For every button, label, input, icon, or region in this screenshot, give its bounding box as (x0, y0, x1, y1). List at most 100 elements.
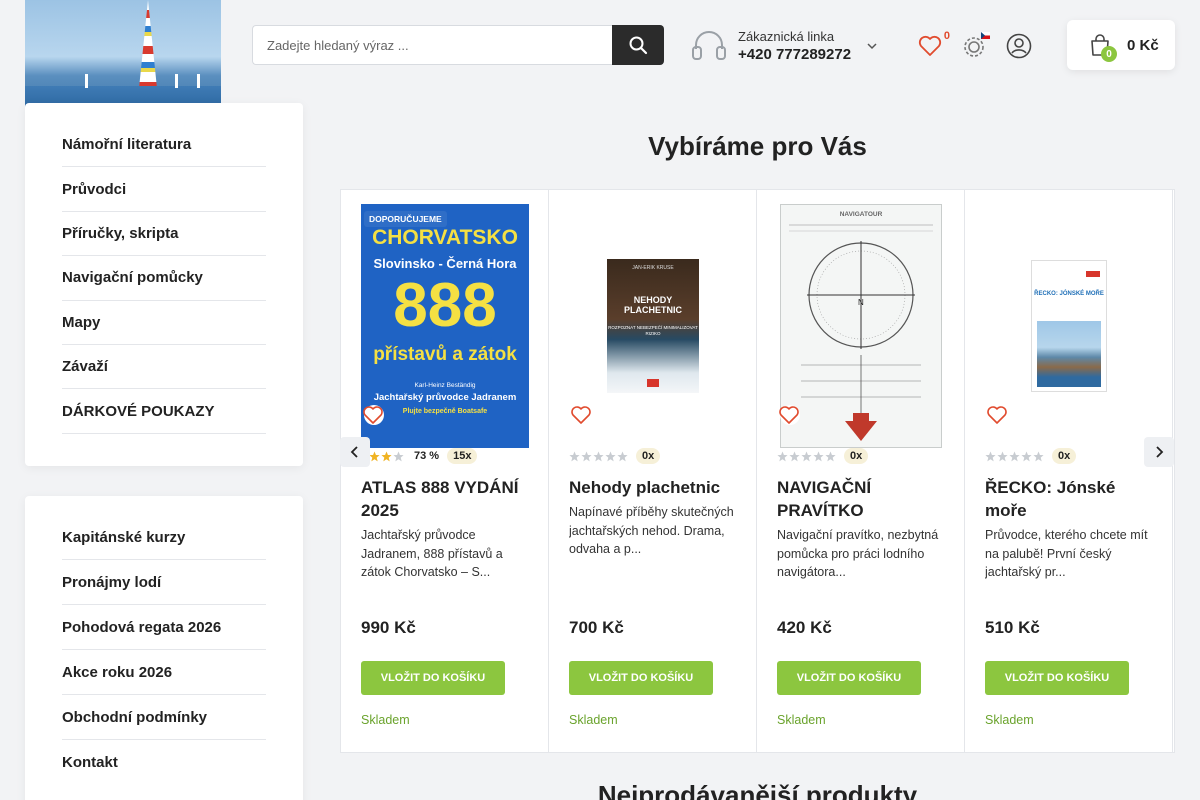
add-to-cart-button[interactable]: VLOŽIT DO KOŠÍKU (361, 661, 505, 695)
bag-icon: 0 (1087, 32, 1117, 62)
cart-button[interactable]: 0 0 Kč (1067, 20, 1175, 70)
cover-text: Slovinsko - Černá Hora (373, 256, 517, 271)
star-icon (605, 451, 616, 461)
star-icon (1009, 451, 1020, 461)
cover-text: CHORVATSKO (372, 226, 518, 249)
category-item[interactable]: DÁRKOVÉ POUKAZY (62, 389, 266, 434)
add-to-wishlist-icon[interactable] (985, 404, 1009, 426)
category-item[interactable]: Navigační pomůcky (62, 256, 266, 301)
category-menu: Námořní literatura Průvodci Příručky, sk… (25, 103, 303, 466)
info-link[interactable]: Obchodní podmínky (62, 695, 266, 740)
cover-text: Karl-Heinz Beständig (414, 382, 476, 389)
boat-mark (85, 74, 88, 88)
add-to-cart-button[interactable]: VLOŽIT DO KOŠÍKU (985, 661, 1129, 695)
star-icon (569, 451, 580, 461)
stock-status: Skladem (361, 713, 410, 727)
support-label: Zákaznická linka (738, 29, 835, 44)
product-description: Napínavé příběhy skutečných jachtařských… (569, 505, 734, 556)
cover-text: NEHODY PLACHETNIC (624, 295, 682, 315)
cover-text: Jachtařský průvodce Jadranem (373, 392, 517, 403)
product-carousel: CHORVATSKO Slovinsko - Černá Hora 888 př… (340, 189, 1175, 753)
info-link[interactable]: Akce roku 2026 (62, 650, 266, 695)
info-link[interactable]: Kontakt (62, 740, 266, 785)
info-link[interactable]: Kapitánské kurzy (62, 515, 266, 560)
product-image[interactable]: NAVIGATOUR N (777, 204, 945, 448)
recommended-badge: DOPORUČUJEME (364, 211, 447, 227)
boat-mark (175, 74, 178, 88)
add-to-cart-button[interactable]: VLOŽIT DO KOŠÍKU (777, 661, 921, 695)
info-menu: Kapitánské kurzy Pronájmy lodí Pohodová … (25, 496, 303, 800)
add-to-wishlist-icon[interactable] (777, 404, 801, 426)
book-cover: JAN-ERIK KRUSE NEHODY PLACHETNIC ROZPOZN… (607, 259, 699, 393)
account-button[interactable] (1003, 30, 1035, 62)
category-item[interactable]: Závaží (62, 345, 266, 390)
publisher-logo (1086, 271, 1100, 277)
product-card[interactable]: ŘECKO: JÓNSKÉ MOŘE 0x ŘECKO: Jónské moře… (965, 190, 1173, 752)
review-count: 0x (636, 448, 661, 464)
star-icon (1033, 451, 1044, 461)
product-price: 990 Kč (361, 618, 416, 637)
carousel-prev-button[interactable] (340, 437, 370, 467)
product-price: 510 Kč (985, 618, 1040, 637)
product-image[interactable]: JAN-ERIK KRUSE NEHODY PLACHETNIC ROZPOZN… (569, 204, 737, 448)
category-item[interactable]: Průvodci (62, 167, 266, 212)
category-item[interactable]: Námořní literatura (62, 123, 266, 168)
product-description: Jachtařský průvodce Jadranem, 888 přísta… (361, 528, 503, 579)
review-count: 0x (1052, 448, 1077, 464)
product-name[interactable]: ATLAS 888 VYDÁNÍ 2025 (361, 476, 533, 522)
stock-status: Skladem (985, 713, 1034, 727)
info-link[interactable]: Pohodová regata 2026 (62, 605, 266, 650)
product-card[interactable]: NAVIGATOUR N 0x NAVIGAČNÍ PRAVÍTKO Navig… (757, 190, 965, 752)
product-rating: 0x (777, 448, 869, 464)
cover-photo (1037, 321, 1101, 387)
product-rating: 0x (985, 448, 1077, 464)
add-to-wishlist-icon[interactable] (361, 404, 385, 426)
support-phone[interactable]: +420 777289272 (738, 46, 851, 63)
wishlist-button[interactable]: 0 (914, 30, 950, 62)
cover-text: ŘECKO: JÓNSKÉ MOŘE (1034, 291, 1104, 297)
product-image[interactable]: ŘECKO: JÓNSKÉ MOŘE (985, 204, 1153, 448)
product-description: Průvodce, kterého chcete mít na palubě! … (985, 528, 1148, 579)
product-name[interactable]: ŘECKO: Jónské moře (985, 476, 1157, 522)
cover-text: JAN-ERIK KRUSE (632, 265, 674, 271)
search-input[interactable]: Zadejte hledaný výraz ... (252, 25, 612, 65)
category-item[interactable]: Příručky, skripta (62, 212, 266, 257)
product-name[interactable]: Nehody plachetnic (569, 476, 741, 499)
product-name[interactable]: NAVIGAČNÍ PRAVÍTKO (777, 476, 949, 522)
add-to-cart-button[interactable]: VLOŽIT DO KOŠÍKU (569, 661, 713, 695)
cover-text: ROZPOZNAT NEBEZPEČÍ MINIMALIZOVAT RIZIKO (608, 325, 698, 336)
search-button[interactable] (612, 25, 664, 65)
cover-text: Plujte bezpečně Boatsafe (402, 408, 488, 415)
chevron-right-icon (1156, 446, 1164, 458)
cover-text: 888 (393, 271, 497, 340)
search-bar: Zadejte hledaný výraz ... (252, 25, 664, 65)
star-icon (777, 451, 788, 461)
product-rating: 0x (569, 448, 661, 464)
language-switcher[interactable] (956, 30, 992, 62)
product-price: 700 Kč (569, 618, 624, 637)
book-cover: ŘECKO: JÓNSKÉ MOŘE (1031, 260, 1107, 392)
carousel-next-button[interactable] (1144, 437, 1174, 467)
customer-support[interactable]: Zákaznická linka +420 777289272 (690, 22, 890, 70)
info-link[interactable]: Pronájmy lodí (62, 560, 266, 605)
product-price: 420 Kč (777, 618, 832, 637)
product-card[interactable]: JAN-ERIK KRUSE NEHODY PLACHETNIC ROZPOZN… (549, 190, 757, 752)
product-description: Navigační pravítko, nezbytná pomůcka pro… (777, 528, 939, 579)
star-icon (1021, 451, 1032, 461)
boat-mark (197, 74, 200, 88)
cart-count-badge: 0 (1101, 46, 1117, 62)
chevron-down-icon[interactable] (867, 42, 877, 50)
headset-icon (692, 31, 726, 60)
star-icon (801, 451, 812, 461)
product-image[interactable]: CHORVATSKO Slovinsko - Černá Hora 888 př… (361, 204, 529, 448)
rating-percent: 73 % (414, 450, 440, 462)
product-card[interactable]: CHORVATSKO Slovinsko - Černá Hora 888 př… (341, 190, 549, 752)
star-icon (813, 451, 824, 461)
chevron-left-icon (350, 446, 358, 458)
cover-text: přístavů a zátok (373, 344, 517, 365)
category-item[interactable]: Mapy (62, 301, 266, 345)
star-rating (777, 451, 836, 462)
czech-flag-icon (981, 32, 990, 39)
add-to-wishlist-icon[interactable] (569, 404, 593, 426)
book-cover: CHORVATSKO Slovinsko - Černá Hora 888 př… (361, 204, 529, 448)
